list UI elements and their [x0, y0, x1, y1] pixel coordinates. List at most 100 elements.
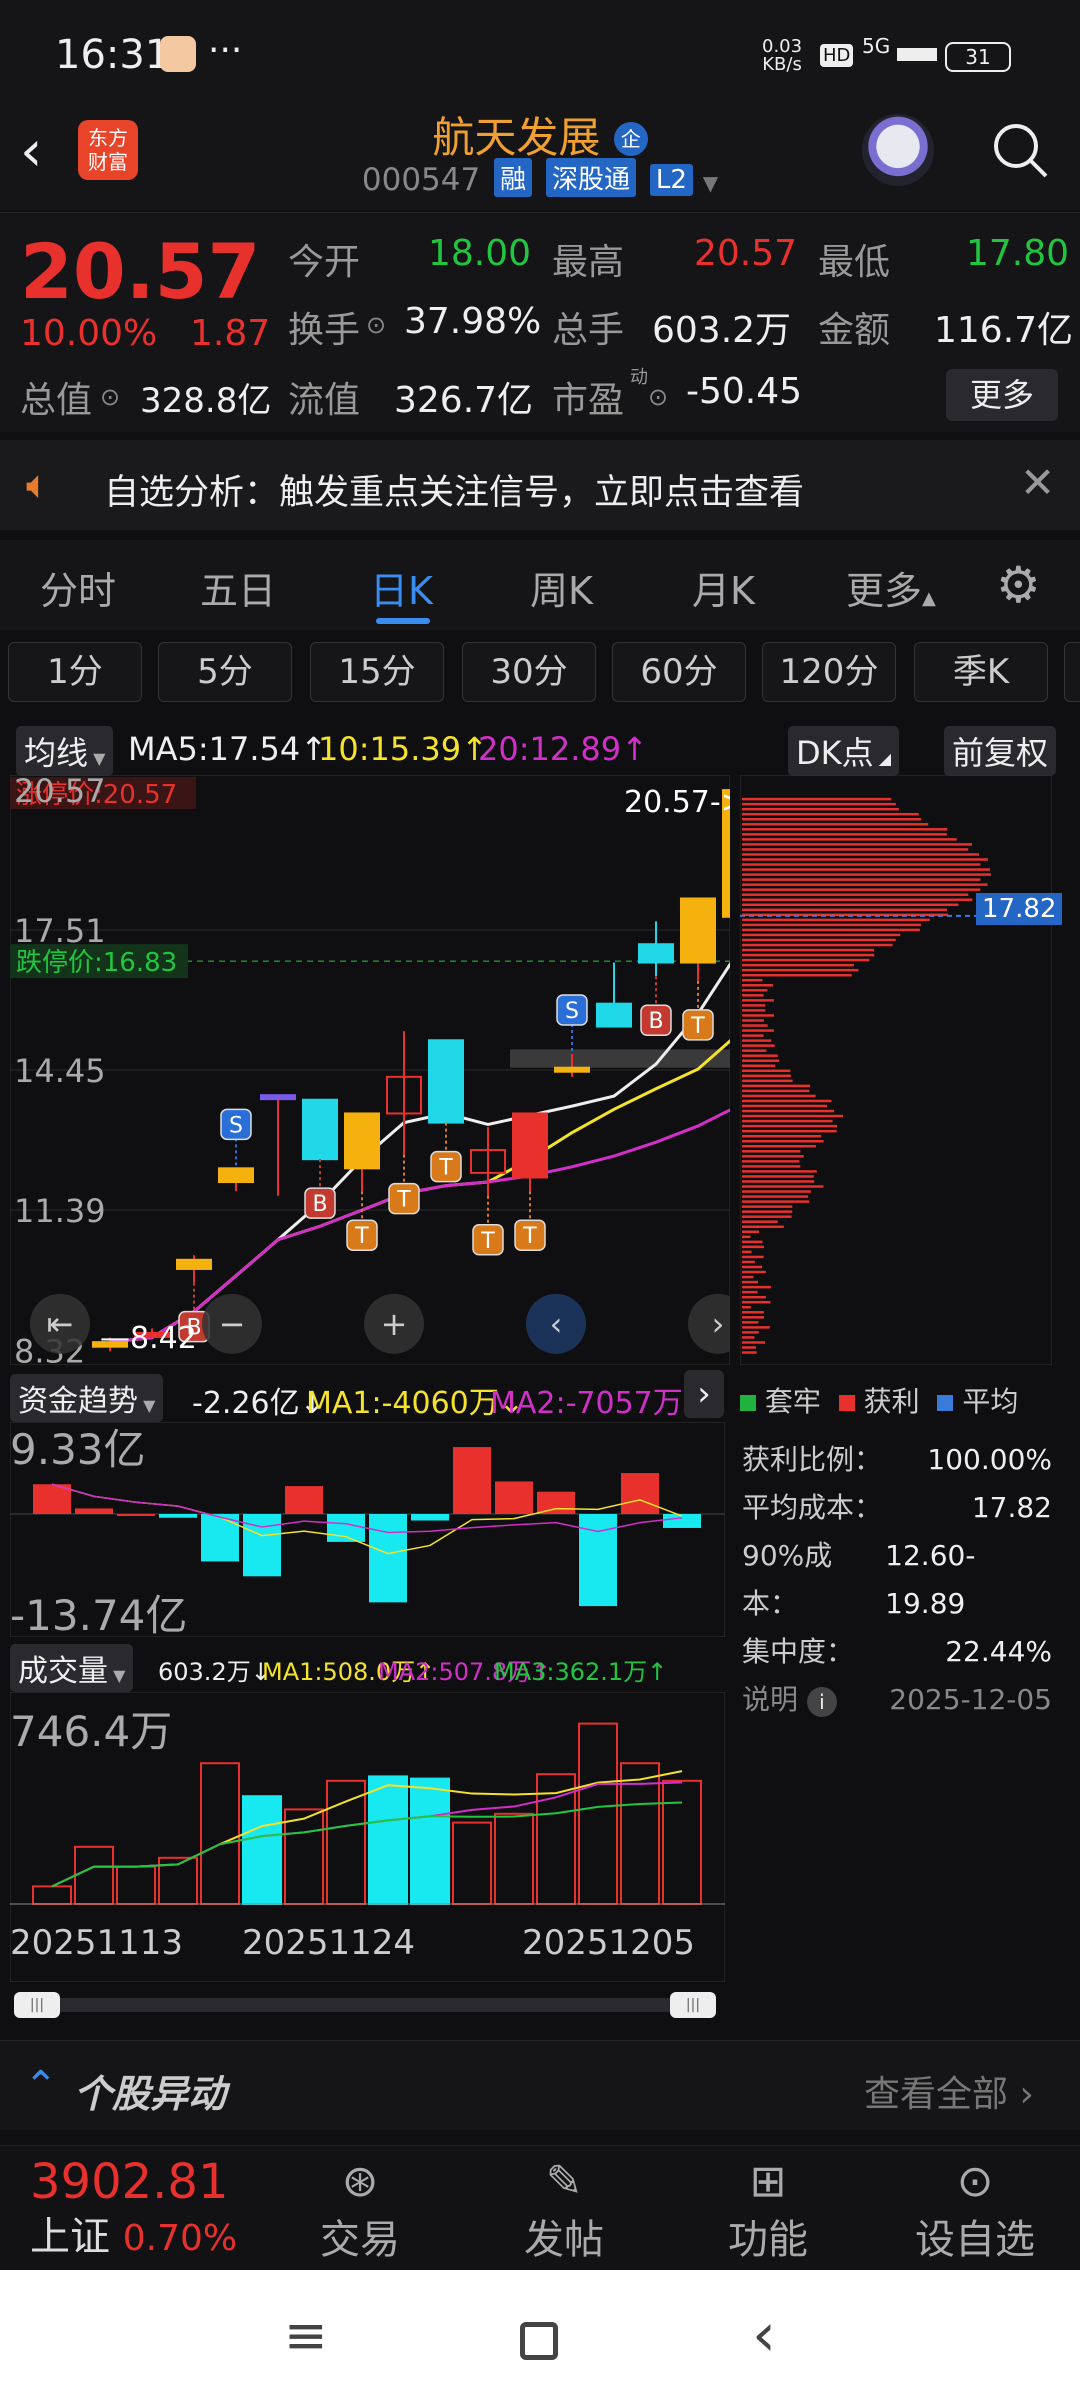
- dk-point-button[interactable]: DK点 ◢: [788, 726, 899, 776]
- volume-chart[interactable]: 746.4万 20251113 20251124 20251205: [10, 1692, 725, 1982]
- change-pct: 10.00%: [20, 313, 157, 354]
- volume-bar: [75, 1847, 113, 1904]
- legend-profit: 获利: [864, 1385, 920, 1418]
- trade-button[interactable]: ⊛ 交易: [300, 2156, 420, 2265]
- fund-bottom-label: -13.74亿: [10, 1591, 187, 1637]
- chip-note-link[interactable]: 说明: [742, 1683, 798, 1716]
- stat-value: 12.60-19.89: [885, 1532, 1052, 1628]
- back-nav-icon[interactable]: ‹: [752, 2300, 776, 2370]
- signal-label: 5G: [862, 34, 890, 58]
- chip-bar: [742, 1296, 766, 1299]
- expand-arrow-icon[interactable]: ›: [684, 1370, 724, 1418]
- tab-weekly-k[interactable]: 周K: [530, 560, 593, 615]
- chip-bar: [742, 924, 921, 927]
- more-button[interactable]: 更多: [946, 369, 1058, 421]
- menu-icon[interactable]: ≡: [284, 2306, 328, 2366]
- trade-label: 交易: [300, 2207, 420, 2265]
- chip-bar: [742, 919, 930, 922]
- chip-bar: [742, 1331, 759, 1334]
- index-value: 3902.81: [30, 2154, 270, 2210]
- settings-gear-icon[interactable]: ⚙︎: [996, 556, 1041, 614]
- fund-trend-chart[interactable]: 9.33亿 -13.74亿: [10, 1422, 725, 1637]
- stock-alert-section[interactable]: ⌃ 个股异动 查看全部 ›: [0, 2040, 1080, 2130]
- volume-ma-line-1: [52, 1782, 682, 1886]
- chip-bar: [742, 1175, 814, 1178]
- period-30min[interactable]: 30分: [462, 642, 596, 702]
- low-value: 17.80: [966, 233, 1069, 274]
- tab-five-day[interactable]: 五日: [200, 560, 276, 615]
- chip-bar: [742, 1115, 843, 1118]
- home-icon[interactable]: [520, 2322, 558, 2360]
- amount-label: 金额: [818, 301, 890, 353]
- edit-icon: ✎: [504, 2156, 624, 2207]
- status-time: 16:31: [55, 32, 170, 78]
- limit-down-label: 跌停价:16.83: [16, 948, 177, 978]
- period-1min[interactable]: 1分: [8, 642, 142, 702]
- period-5min[interactable]: 5分: [158, 642, 292, 702]
- tab-more[interactable]: 更多▲: [846, 560, 936, 615]
- tab-more-label: 更多: [846, 569, 922, 613]
- candle-body: [345, 1113, 379, 1168]
- fund-selector[interactable]: 资金趋势 ▼: [10, 1374, 163, 1422]
- chip-date: 2025-12-05: [889, 1676, 1052, 1724]
- tab-monthly-k[interactable]: 月K: [692, 560, 755, 615]
- notice-bar[interactable]: 🔈︎ 自选分析：触发重点关注信号，立即点击查看 ✕: [0, 440, 1080, 530]
- close-icon[interactable]: ✕: [1020, 458, 1055, 507]
- view-all-link[interactable]: 查看全部 ›: [864, 2065, 1034, 2117]
- tab-intraday[interactable]: 分时: [40, 560, 116, 615]
- chip-bar: [742, 883, 988, 886]
- fund-trend-header: 资金趋势 ▼ -2.26亿↓ MA1:-4060万↓ MA2:-7057万↑ ›: [0, 1370, 730, 1420]
- chip-bar: [742, 1246, 764, 1249]
- open-value: 18.00: [428, 233, 531, 274]
- volume-bar: [495, 1814, 533, 1904]
- chip-bar: [742, 1256, 764, 1259]
- period-next[interactable]: [1064, 642, 1080, 702]
- volume-value: 603.2万↓: [158, 1652, 271, 1687]
- chip-bar: [742, 994, 764, 997]
- chip-bar: [742, 1130, 837, 1133]
- battery-level: 31: [965, 45, 990, 69]
- volume-selector[interactable]: 成交量 ▼: [10, 1644, 133, 1692]
- fund-bar: [369, 1514, 407, 1602]
- ma-selector[interactable]: 均线 ▼: [16, 726, 113, 776]
- chart-scrollbar[interactable]: [18, 1998, 714, 2012]
- add-watchlist-button[interactable]: ⊙ 设自选: [900, 2156, 1050, 2265]
- chip-bar: [742, 964, 854, 967]
- info-icon[interactable]: ⊙: [366, 311, 386, 339]
- scroll-handle-right[interactable]: |||: [670, 1992, 716, 2018]
- search-icon[interactable]: [990, 120, 1050, 180]
- stock-code: 000547: [362, 162, 480, 198]
- ma-line-0: [110, 949, 730, 1342]
- chip-bar: [742, 1004, 765, 1007]
- period-120min[interactable]: 120分: [762, 642, 896, 702]
- period-quarter[interactable]: 季K: [914, 642, 1048, 702]
- ma-bar: 均线 ▼ MA5:17.54↑ 10:15.39↑ 20:12.89↑ DK点 …: [0, 722, 1080, 772]
- signal-text: B: [648, 1009, 663, 1034]
- volume-bar: [411, 1779, 449, 1904]
- signal-text: T: [480, 1229, 495, 1254]
- adjust-button[interactable]: 前复权: [944, 726, 1056, 776]
- chip-distribution-chart[interactable]: [740, 775, 1052, 1365]
- index-quote[interactable]: 3902.81 上证 0.70%: [30, 2154, 270, 2264]
- chip-bar: [742, 1311, 764, 1314]
- stat-label: 90%成本：: [742, 1532, 885, 1628]
- scroll-handle-left[interactable]: |||: [14, 1992, 60, 2018]
- ma5-value: MA5:17.54↑: [128, 730, 327, 768]
- fund-bar: [117, 1514, 155, 1516]
- post-button[interactable]: ✎ 发帖: [504, 2156, 624, 2265]
- chip-bar: [742, 1155, 804, 1158]
- status-bar: 16:31 ··· 0.03 KB/s HD 5G 31: [0, 0, 1080, 110]
- trade-icon: ⊛: [300, 2156, 420, 2207]
- candlestick-chart[interactable]: 跌停价:16.83涨停价:20.5720.5717.5114.4511.398.…: [10, 775, 730, 1365]
- tab-daily-k[interactable]: 日K: [370, 560, 433, 615]
- period-60min[interactable]: 60分: [612, 642, 746, 702]
- info-icon[interactable]: ⊙: [648, 383, 668, 411]
- period-15min[interactable]: 15分: [310, 642, 444, 702]
- info-icon[interactable]: ⊙: [100, 383, 120, 411]
- robot-avatar-icon[interactable]: [862, 114, 934, 186]
- volume-bar: [579, 1724, 617, 1904]
- function-button[interactable]: ⊞ 功能: [708, 2156, 828, 2265]
- info-icon[interactable]: i: [807, 1687, 837, 1717]
- volume-selector-label: 成交量: [18, 1654, 108, 1689]
- stat-row: 90%成本： 12.60-19.89: [742, 1532, 1052, 1628]
